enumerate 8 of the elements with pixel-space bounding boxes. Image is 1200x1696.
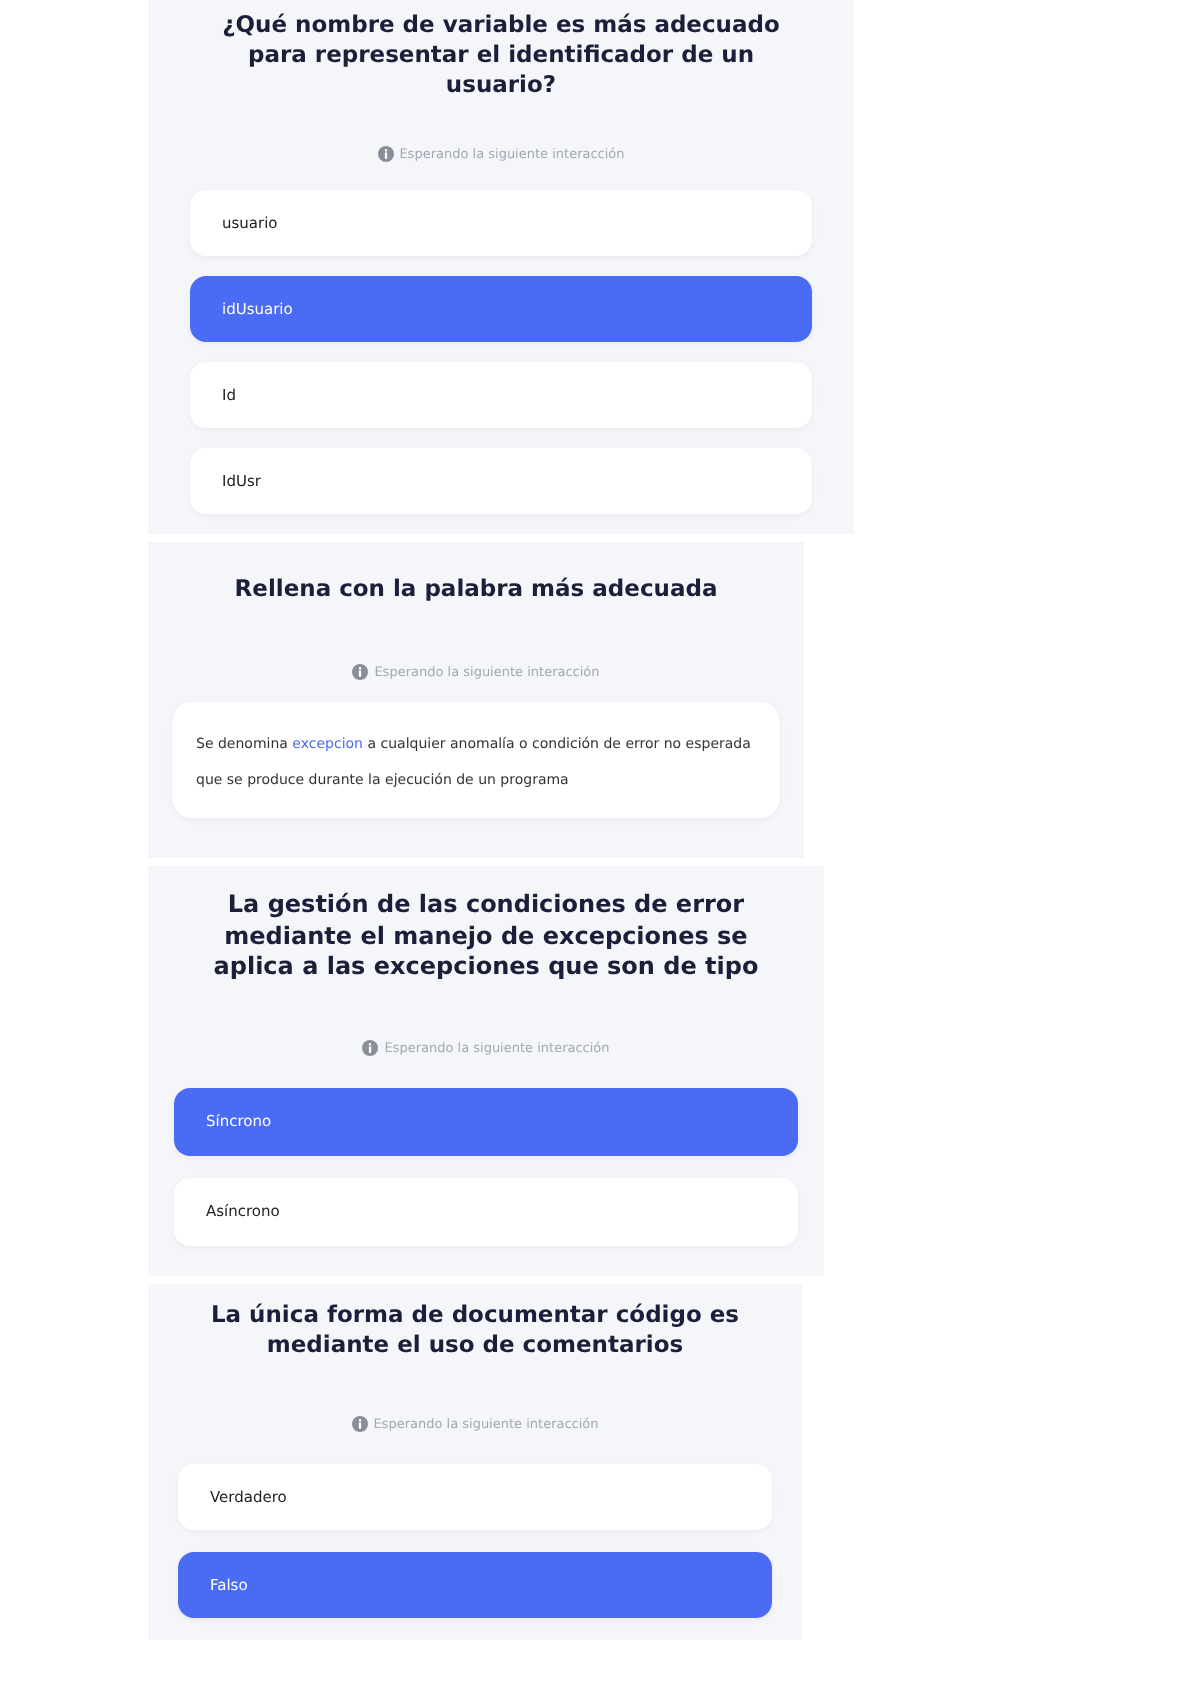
info-icon (352, 664, 369, 680)
info-icon (351, 1416, 368, 1432)
question-title: La gestión de las condiciones de error mediante el manejo de excepciones se aplica a las excepciones que son de tipo (211, 890, 761, 983)
info-icon (377, 146, 394, 162)
question-title: ¿Qué nombre de variable es más adecuado para representar el identificador de un usuario? (220, 10, 782, 100)
info-icon (362, 1039, 379, 1055)
question-title: Rellena con la palabra más adecuada (232, 574, 720, 604)
question-title: La única forma de documentar código es mediante el uso de comentarios (208, 1300, 742, 1360)
